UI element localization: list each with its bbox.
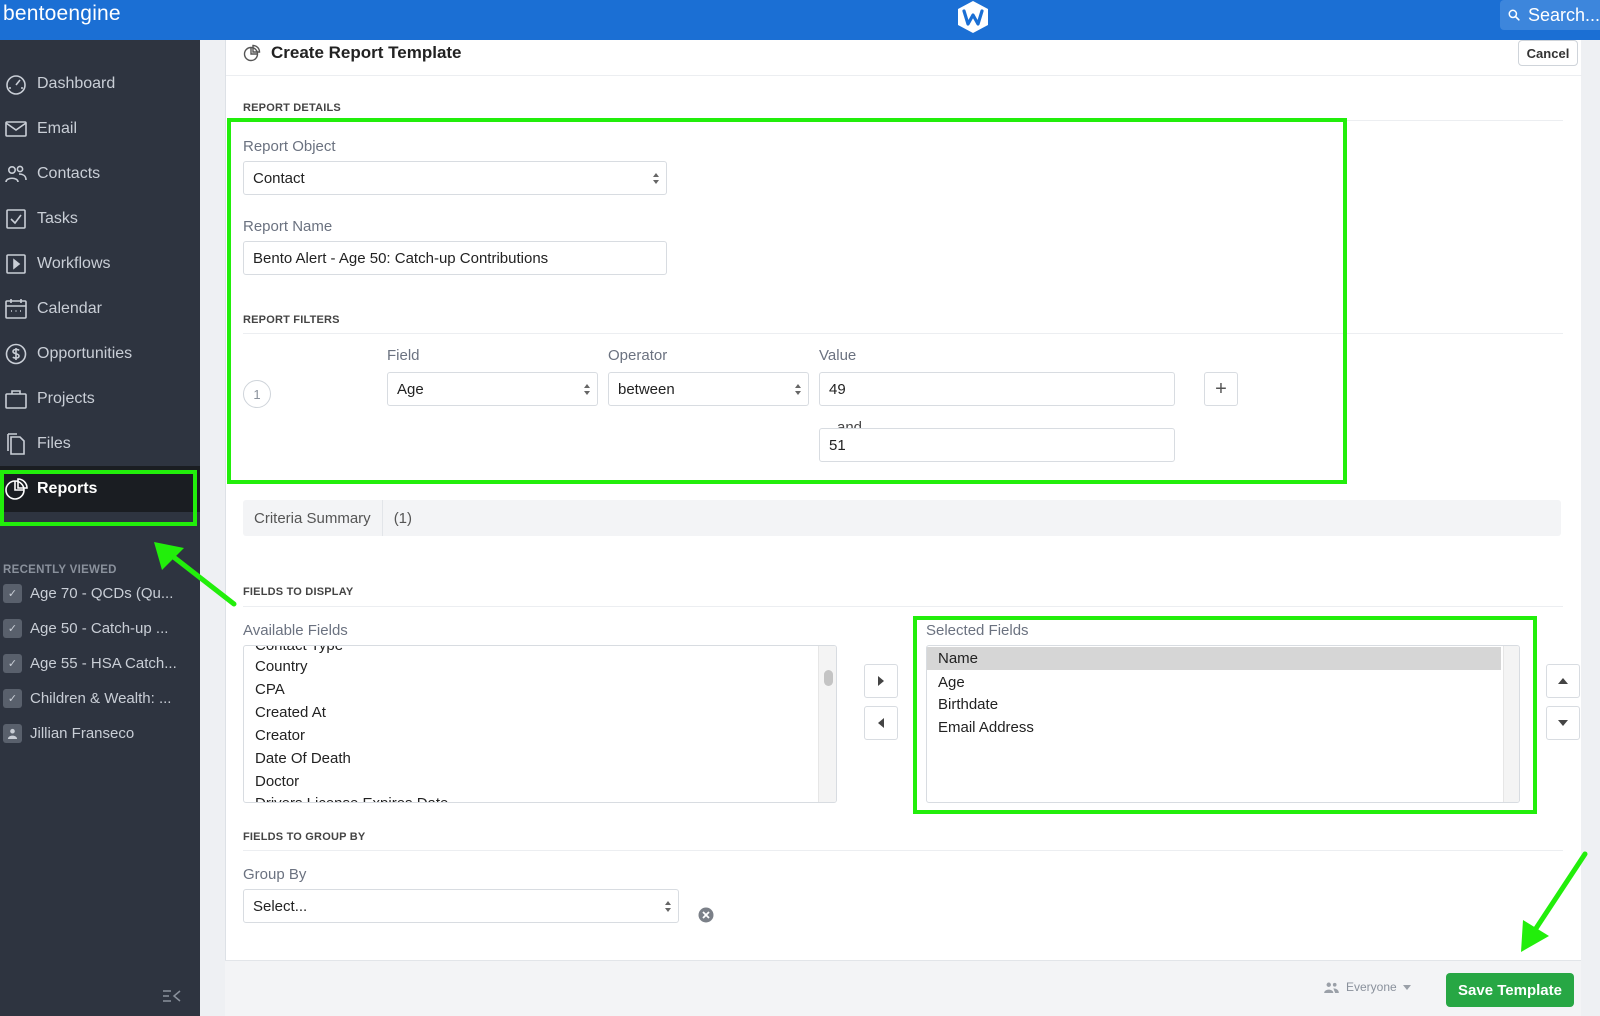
panel-header: Create Report Template Cancel bbox=[226, 40, 1582, 76]
people-icon bbox=[5, 165, 27, 183]
sidebar-item-label: Files bbox=[37, 435, 71, 452]
available-scroll-thumb[interactable] bbox=[824, 670, 833, 686]
sidebar-item-label: Projects bbox=[37, 390, 95, 407]
files-icon bbox=[7, 433, 25, 455]
clear-group-by-icon[interactable] bbox=[698, 907, 714, 923]
sidebar-item-opportunities[interactable]: Opportunities bbox=[0, 331, 200, 377]
page-title: Create Report Template bbox=[271, 43, 462, 62]
list-item[interactable]: Country bbox=[244, 655, 836, 678]
selected-fields-highlight bbox=[913, 616, 1537, 814]
top-bar: bentoengine Search... bbox=[0, 0, 1600, 40]
check-icon: ✓ bbox=[3, 653, 22, 673]
briefcase-icon bbox=[5, 390, 27, 409]
save-template-button[interactable]: Save Template bbox=[1446, 973, 1574, 1007]
criteria-summary-count: (1) bbox=[393, 509, 413, 527]
sidebar-item-label: Email bbox=[37, 120, 78, 137]
play-icon bbox=[6, 254, 26, 274]
select-arrows-icon bbox=[665, 901, 671, 912]
calendar-icon bbox=[5, 299, 27, 319]
group-by-select[interactable]: Select... bbox=[243, 889, 679, 923]
sidebar: Dashboard Email Contacts Tasks Workflows… bbox=[0, 40, 200, 1016]
section-divider bbox=[243, 606, 1563, 607]
sidebar-item-label: Dashboard bbox=[37, 75, 116, 92]
dollar-icon bbox=[5, 343, 27, 365]
move-right-button[interactable] bbox=[864, 664, 898, 698]
list-item[interactable]: Created At bbox=[244, 701, 836, 724]
sidebar-item-dashboard[interactable]: Dashboard bbox=[0, 61, 200, 107]
sidebar-item-email[interactable]: Email bbox=[0, 106, 200, 152]
list-item[interactable]: Date Of Death bbox=[244, 747, 836, 770]
collapse-sidebar-icon[interactable] bbox=[162, 988, 182, 1004]
criteria-summary-label: Criteria Summary bbox=[243, 500, 383, 536]
sidebar-item-tasks[interactable]: Tasks bbox=[0, 196, 200, 242]
recent-item-label: Children & Wealth: ... bbox=[30, 689, 172, 707]
checkbox-icon bbox=[6, 209, 26, 229]
recent-item[interactable]: ✓ Children & Wealth: ... bbox=[0, 681, 200, 715]
caret-up-icon bbox=[1558, 678, 1568, 684]
criteria-summary[interactable]: Criteria Summary (1) bbox=[243, 500, 1561, 536]
list-item[interactable]: Doctor bbox=[244, 770, 836, 793]
sidebar-item-label: Workflows bbox=[37, 255, 111, 272]
sidebar-item-calendar[interactable]: Calendar bbox=[0, 286, 200, 332]
sidebar-item-files[interactable]: Files bbox=[0, 421, 200, 467]
available-fields-label: Available Fields bbox=[243, 622, 348, 639]
report-details-title: REPORT DETAILS bbox=[243, 102, 341, 114]
person-icon bbox=[3, 723, 22, 743]
global-search[interactable]: Search... bbox=[1500, 0, 1600, 30]
caret-left-icon bbox=[878, 718, 884, 728]
group-by-title: FIELDS TO GROUP BY bbox=[243, 831, 366, 843]
recent-item-label: Age 50 - Catch-up ... bbox=[30, 619, 169, 637]
recent-item-label: Jillian Franseco bbox=[30, 724, 135, 742]
sidebar-item-label: Calendar bbox=[37, 300, 102, 317]
pie-chart-icon bbox=[243, 44, 261, 62]
move-up-button[interactable] bbox=[1546, 664, 1580, 698]
people-icon bbox=[1324, 982, 1339, 993]
report-details-highlight bbox=[227, 118, 1347, 484]
visibility-label: Everyone bbox=[1346, 980, 1397, 994]
list-item[interactable]: Creator bbox=[244, 724, 836, 747]
arrow-to-reports-icon bbox=[154, 542, 237, 607]
sidebar-item-label: Tasks bbox=[37, 210, 78, 227]
search-icon bbox=[1508, 9, 1520, 21]
footer-bar: Everyone Save Template bbox=[225, 960, 1581, 1016]
chevron-down-icon bbox=[1402, 984, 1411, 990]
section-divider bbox=[243, 850, 1563, 851]
list-item[interactable]: Drivers License Expires Date bbox=[244, 792, 836, 802]
sidebar-item-workflows[interactable]: Workflows bbox=[0, 241, 200, 287]
move-down-button[interactable] bbox=[1546, 706, 1580, 740]
reports-nav-highlight bbox=[0, 470, 197, 526]
sidebar-item-projects[interactable]: Projects bbox=[0, 376, 200, 422]
cancel-button[interactable]: Cancel bbox=[1518, 40, 1578, 66]
sidebar-item-contacts[interactable]: Contacts bbox=[0, 151, 200, 197]
recently-viewed-title: RECENTLY VIEWED bbox=[3, 564, 117, 576]
fields-display-title: FIELDS TO DISPLAY bbox=[243, 586, 354, 598]
sidebar-item-label: Contacts bbox=[37, 165, 101, 182]
brand-logo-text[interactable]: bentoengine bbox=[3, 2, 121, 26]
sidebar-item-label: Opportunities bbox=[37, 345, 133, 362]
check-icon: ✓ bbox=[3, 583, 22, 603]
recent-item[interactable]: Jillian Franseco bbox=[0, 716, 200, 750]
visibility-dropdown[interactable]: Everyone bbox=[1323, 980, 1411, 994]
caret-down-icon bbox=[1558, 720, 1568, 726]
dashboard-icon bbox=[6, 75, 26, 95]
available-fields-list[interactable]: Contact Type Country CPA Created At Crea… bbox=[243, 645, 837, 803]
group-by-value: Select... bbox=[253, 897, 308, 915]
list-item[interactable]: CPA bbox=[244, 678, 836, 701]
arrow-to-save-icon bbox=[1521, 851, 1588, 952]
recent-item[interactable]: ✓ Age 55 - HSA Catch... bbox=[0, 646, 200, 680]
wealthbox-logo-icon[interactable] bbox=[955, 0, 991, 34]
recent-item-label: Age 55 - HSA Catch... bbox=[30, 654, 177, 672]
check-icon: ✓ bbox=[3, 618, 22, 638]
search-placeholder: Search... bbox=[1527, 4, 1600, 25]
move-left-button[interactable] bbox=[864, 706, 898, 740]
group-by-label: Group By bbox=[243, 866, 307, 883]
caret-right-icon bbox=[878, 676, 884, 686]
check-icon: ✓ bbox=[3, 688, 22, 708]
envelope-icon bbox=[5, 121, 27, 137]
recent-item[interactable]: ✓ Age 50 - Catch-up ... bbox=[0, 611, 200, 645]
